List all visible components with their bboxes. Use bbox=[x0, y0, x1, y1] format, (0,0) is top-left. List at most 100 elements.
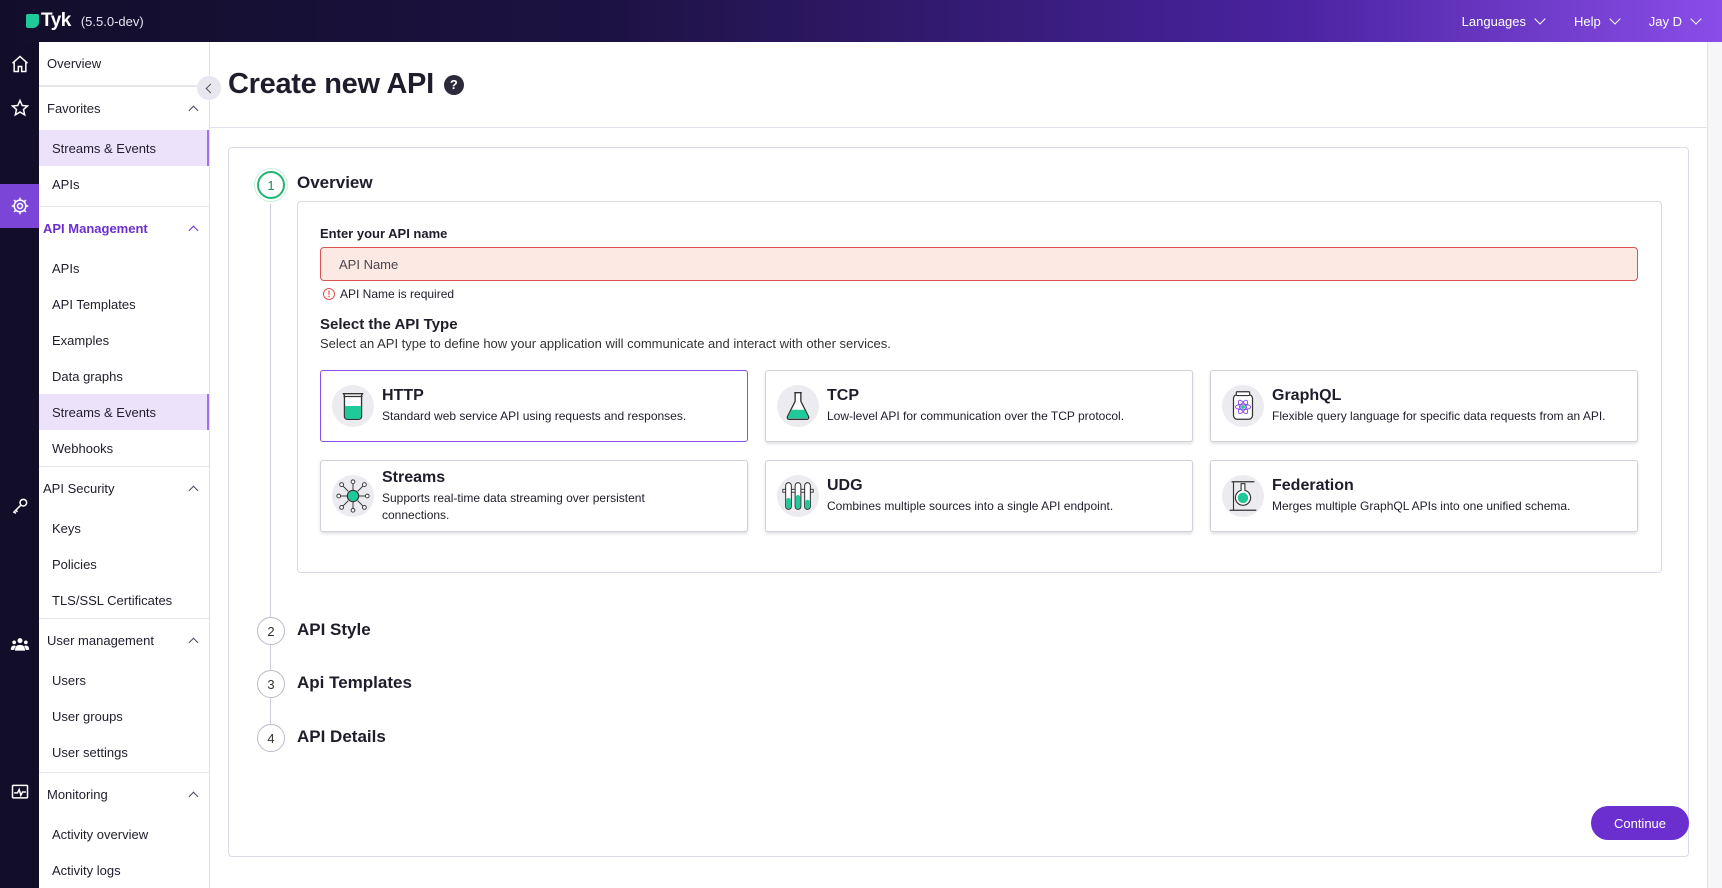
step-2-indicator: 2 bbox=[257, 617, 285, 645]
sidebar-item-apis[interactable]: APIs bbox=[39, 250, 209, 286]
sidebar-item-policies[interactable]: Policies bbox=[39, 546, 209, 582]
api-type-tcp[interactable]: TCP Low-level API for communication over… bbox=[765, 370, 1193, 442]
api-type-desc: Merges multiple GraphQL APIs into one un… bbox=[1272, 499, 1571, 513]
step-1-title[interactable]: Overview bbox=[297, 173, 373, 193]
chevron-up-icon bbox=[188, 105, 199, 116]
sidebar-item-label: Activity logs bbox=[52, 862, 121, 878]
error-icon: ! bbox=[323, 288, 335, 300]
sidebar-item-label: Streams & Events bbox=[52, 140, 157, 156]
key-icon bbox=[12, 498, 27, 515]
step-connector-line bbox=[270, 204, 271, 744]
section-title: API Management bbox=[43, 221, 148, 236]
sidebar-item-webhooks[interactable]: Webhooks bbox=[39, 430, 209, 466]
tyk-logo[interactable]: Tyk bbox=[26, 10, 71, 32]
create-api-wizard: 1 Overview Enter your API name ! API Nam… bbox=[228, 147, 1689, 857]
help-menu[interactable]: Help bbox=[1574, 13, 1621, 29]
api-type-streams[interactable]: Streams Supports real-time data streamin… bbox=[320, 460, 748, 532]
sidebar-item-favorite-apis[interactable]: APIs bbox=[39, 166, 209, 202]
sidebar-section-api-management[interactable]: API Management bbox=[39, 206, 209, 250]
sidebar-item-user-settings[interactable]: User settings bbox=[39, 734, 209, 770]
chevron-up-icon bbox=[188, 791, 199, 802]
api-type-graphql[interactable]: GraphQL Flexible query language for spec… bbox=[1210, 370, 1638, 442]
api-name-input[interactable] bbox=[320, 247, 1638, 281]
help-icon[interactable]: ? bbox=[443, 74, 464, 95]
api-type-udg[interactable]: UDG Combines multiple sources into a sin… bbox=[765, 460, 1193, 532]
top-bar: Tyk (5.5.0-dev) Languages Help Jay D bbox=[0, 0, 1722, 42]
sidebar-item-user-groups[interactable]: User groups bbox=[39, 698, 209, 734]
rail-api-management[interactable] bbox=[0, 184, 39, 228]
round-flask-icon bbox=[1222, 475, 1264, 517]
user-menu[interactable]: Jay D bbox=[1649, 13, 1702, 29]
sidebar-item-label: Policies bbox=[52, 556, 97, 572]
sidebar-item-label: TLS/SSL Certificates bbox=[52, 592, 173, 608]
sidebar-item-data-graphs[interactable]: Data graphs bbox=[39, 358, 209, 394]
rail-favorites[interactable] bbox=[0, 86, 39, 130]
section-title: Favorites bbox=[47, 101, 101, 116]
chevron-down-icon bbox=[1690, 13, 1702, 25]
sidebar-section-monitoring[interactable]: Monitoring bbox=[39, 772, 209, 816]
api-name-error: ! API Name is required bbox=[323, 287, 454, 301]
sidebar-item-label: Data graphs bbox=[52, 368, 123, 384]
home-icon bbox=[11, 55, 28, 73]
rail-home[interactable] bbox=[0, 42, 39, 86]
api-type-title-text: HTTP bbox=[382, 387, 424, 404]
chevron-up-icon bbox=[188, 225, 199, 236]
step-4-title[interactable]: API Details bbox=[297, 727, 386, 747]
sidebar-section-api-security[interactable]: API Security bbox=[39, 466, 209, 510]
api-type-desc: Combines multiple sources into a single … bbox=[827, 499, 1114, 513]
page-header: Create new API ? bbox=[210, 42, 1707, 128]
section-title: API Security bbox=[43, 481, 115, 496]
sidebar-item-streams-events[interactable]: Streams & Events bbox=[39, 394, 209, 430]
chevron-up-icon bbox=[188, 637, 199, 648]
sidebar-item-api-templates[interactable]: API Templates bbox=[39, 286, 209, 322]
step-4-indicator: 4 bbox=[257, 724, 285, 752]
chevron-down-icon bbox=[1534, 13, 1546, 25]
users-icon bbox=[10, 638, 29, 651]
step-1-indicator: 1 bbox=[257, 171, 285, 199]
sidebar-item-tls-certificates[interactable]: TLS/SSL Certificates bbox=[39, 582, 209, 618]
sidebar-item-overview[interactable]: Overview bbox=[39, 42, 209, 86]
step-2-title[interactable]: API Style bbox=[297, 620, 371, 640]
sidebar-item-favorite-streams[interactable]: Streams & Events bbox=[39, 130, 209, 166]
sidebar-item-label: Overview bbox=[47, 56, 102, 71]
sidebar-section-user-management[interactable]: User management bbox=[39, 618, 209, 662]
sidebar-item-label: API Templates bbox=[52, 296, 136, 312]
streams-network-icon bbox=[332, 475, 374, 517]
api-name-label: Enter your API name bbox=[320, 226, 448, 241]
monitor-icon bbox=[11, 784, 28, 799]
sidebar-item-examples[interactable]: Examples bbox=[39, 322, 209, 358]
sidebar-item-label: Webhooks bbox=[52, 440, 114, 456]
api-type-title-text: GraphQL bbox=[1272, 387, 1342, 404]
flask-icon bbox=[777, 385, 819, 427]
top-nav: Languages Help Jay D bbox=[1432, 13, 1702, 29]
sidebar: Overview Favorites Streams & Events APIs… bbox=[39, 42, 210, 888]
error-text: API Name is required bbox=[340, 287, 455, 301]
continue-button[interactable]: Continue bbox=[1591, 806, 1689, 840]
sidebar-item-label: Users bbox=[52, 672, 86, 688]
api-type-federation[interactable]: Federation Merges multiple GraphQL APIs … bbox=[1210, 460, 1638, 532]
rail-user-management[interactable] bbox=[0, 622, 39, 666]
rail-api-security[interactable] bbox=[0, 484, 39, 528]
page-title: Create new API bbox=[228, 68, 434, 100]
languages-label: Languages bbox=[1461, 13, 1527, 29]
test-tubes-icon bbox=[777, 475, 819, 517]
icon-rail bbox=[0, 42, 39, 888]
sidebar-collapse-button[interactable] bbox=[197, 76, 221, 100]
brand-name: Tyk bbox=[41, 10, 71, 31]
languages-menu[interactable]: Languages bbox=[1461, 13, 1546, 29]
step-3-title[interactable]: Api Templates bbox=[297, 673, 412, 693]
api-type-desc: Standard web service API using requests … bbox=[382, 409, 687, 423]
sidebar-item-keys[interactable]: Keys bbox=[39, 510, 209, 546]
section-title: User management bbox=[47, 633, 154, 648]
api-type-title-text: UDG bbox=[827, 477, 863, 494]
sidebar-item-users[interactable]: Users bbox=[39, 662, 209, 698]
sidebar-item-activity-logs[interactable]: Activity logs bbox=[39, 852, 209, 888]
sidebar-item-activity-overview[interactable]: Activity overview bbox=[39, 816, 209, 852]
sidebar-item-label: APIs bbox=[52, 260, 80, 276]
api-type-http[interactable]: HTTP Standard web service API using requ… bbox=[320, 370, 748, 442]
rail-monitoring[interactable] bbox=[0, 770, 39, 814]
sidebar-item-label: User settings bbox=[52, 744, 128, 760]
sidebar-section-favorites[interactable]: Favorites bbox=[39, 86, 209, 130]
sidebar-item-label: Streams & Events bbox=[52, 404, 157, 420]
api-type-title-text: TCP bbox=[827, 387, 859, 404]
